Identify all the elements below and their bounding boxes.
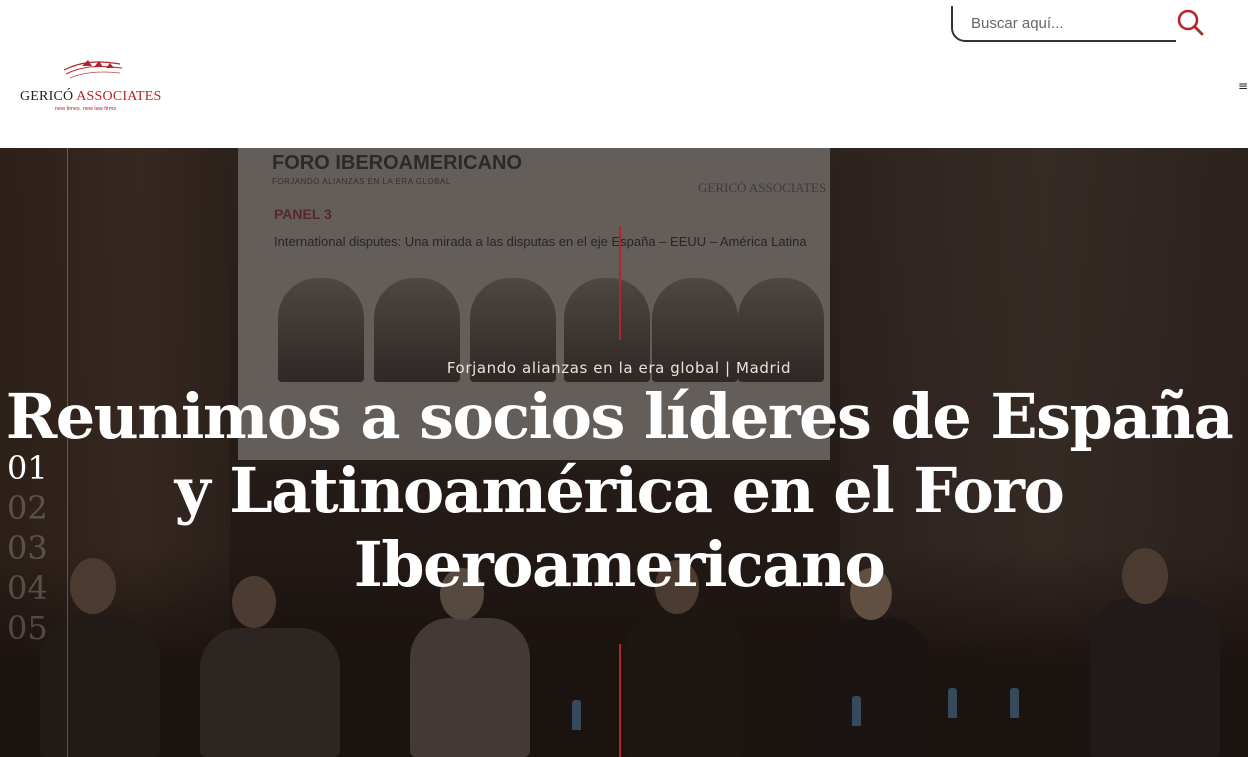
- slide-dot[interactable]: 03: [7, 528, 57, 568]
- slide-pagination: 01 02 03 04 05: [7, 448, 57, 648]
- hero-headline: Reunimos a socios líderes de España y La…: [5, 380, 1234, 601]
- site-header: GERICÓ ASSOCIATES new times. new law fir…: [0, 0, 1248, 148]
- search-input[interactable]: [971, 12, 1171, 34]
- slide-dot[interactable]: 05: [7, 608, 57, 648]
- search-box: [951, 6, 1176, 42]
- search-button[interactable]: [1175, 7, 1205, 37]
- hero-accent-line-top: [619, 226, 621, 340]
- slide-dot[interactable]: 01: [7, 448, 57, 488]
- site-logo[interactable]: GERICÓ ASSOCIATES new times. new law fir…: [18, 56, 168, 118]
- logo-wordmark: GERICÓ ASSOCIATES: [20, 89, 162, 105]
- logo-tagline: new times. new law firms: [55, 106, 117, 112]
- slide-dot[interactable]: 02: [7, 488, 57, 528]
- hero-kicker: Forjando alianzas en la era global | Mad…: [446, 359, 792, 377]
- slide-dot[interactable]: 04: [7, 568, 57, 608]
- search-icon: [1177, 9, 1204, 36]
- hero-accent-line-bottom: [619, 644, 621, 757]
- hamburger-menu-icon[interactable]: ≡: [1238, 80, 1248, 92]
- logo-name-part2: ASSOCIATES: [76, 89, 162, 104]
- logo-mark-icon: [63, 60, 123, 79]
- logo-name-part1: GERICÓ: [20, 89, 74, 104]
